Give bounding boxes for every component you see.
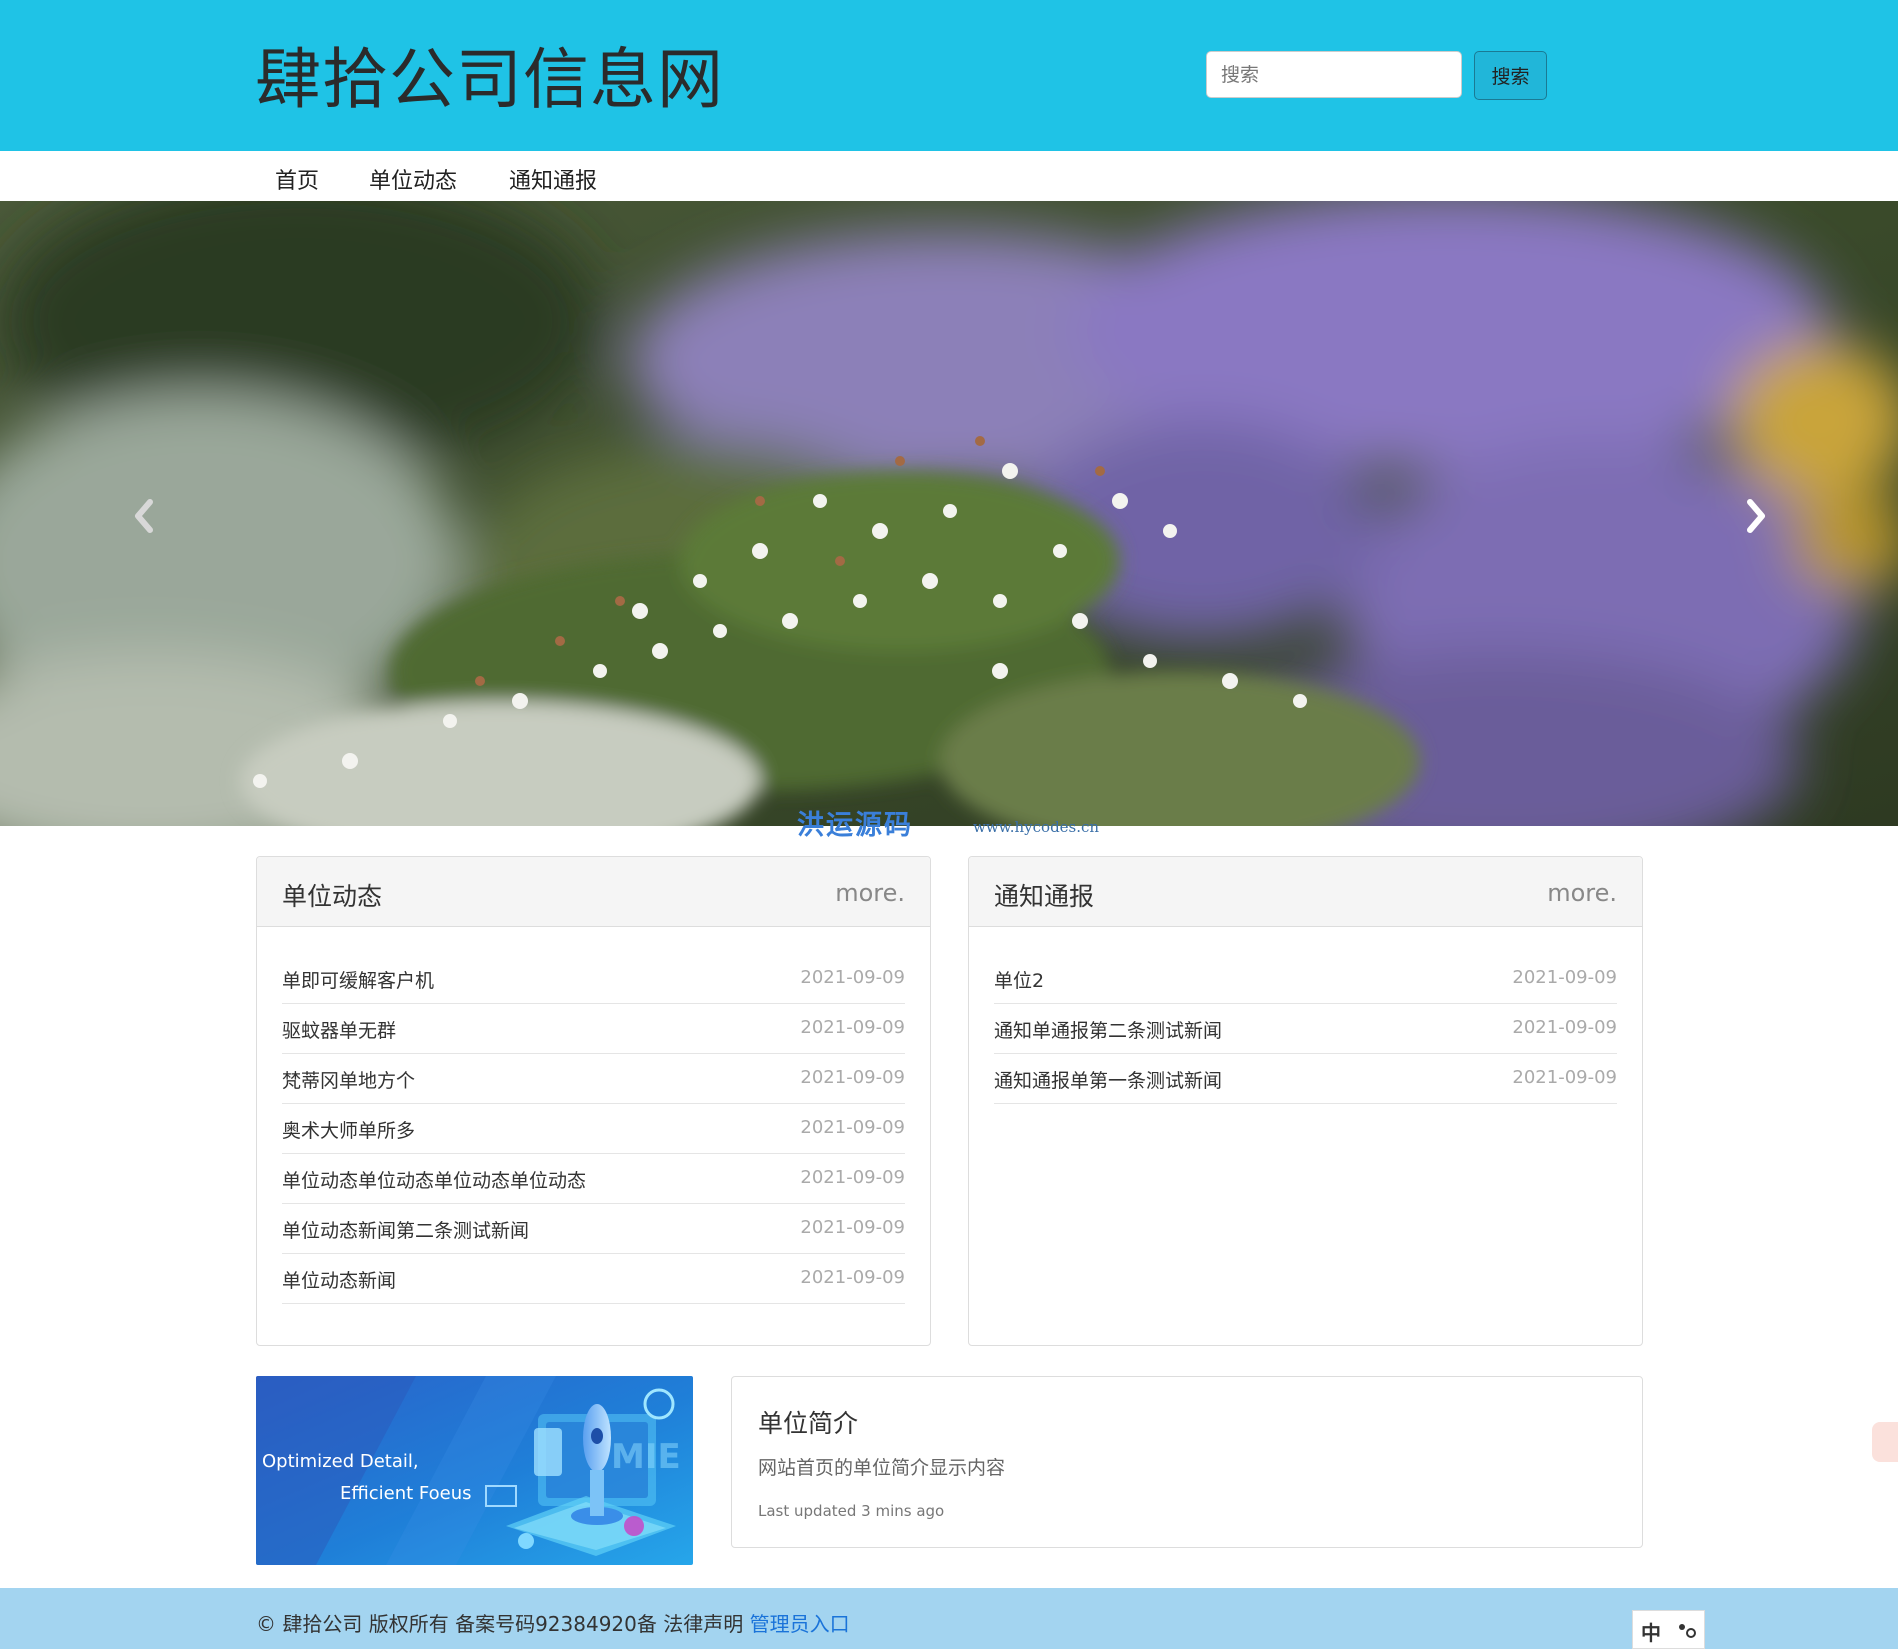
unit-news-panel: 单位动态 more. 单即可缓解客户机 2021-09-09 驱蚊器单无群 2021…	[256, 856, 931, 1346]
news-date: 2021-09-09	[800, 1167, 905, 1188]
chevron-right-icon[interactable]	[1736, 491, 1776, 541]
ime-mode-label: 中	[1641, 1621, 1661, 1645]
news-date: 2021-09-09	[800, 1267, 905, 1288]
notice-title: 单位2	[994, 970, 1045, 992]
side-float-tab[interactable]	[1872, 1422, 1898, 1462]
panel-header: 通知通报 more.	[969, 857, 1642, 927]
intro-title: 单位简介	[758, 1409, 859, 1438]
news-date: 2021-09-09	[800, 1117, 905, 1138]
news-title: 梵蒂冈单地方个	[282, 1070, 416, 1092]
nav-item-notices[interactable]: 通知通报	[509, 163, 597, 195]
news-list: 单即可缓解客户机 2021-09-09 驱蚊器单无群 2021-09-09 梵蒂冈单…	[282, 954, 905, 1304]
svg-text:MIE: MIE	[611, 1437, 681, 1477]
list-item[interactable]: 单位动态单位动态单位动态单位动态 2021-09-09	[282, 1154, 905, 1204]
news-date: 2021-09-09	[800, 1017, 905, 1038]
banner-text-line2: Efficient Foeus	[340, 1483, 472, 1504]
list-item[interactable]: 通知单通报第二条测试新闻 2021-09-09	[994, 1004, 1617, 1054]
panel-title: 单位动态	[282, 882, 383, 911]
image-carousel[interactable]	[0, 201, 1898, 826]
ime-indicator[interactable]: 中	[1632, 1610, 1705, 1649]
footer-copyright: © 肆拾公司 版权所有 备案号码92384920备 法律声明 管理员入口	[256, 1608, 850, 1637]
carousel-image	[0, 201, 1898, 826]
promo-banner[interactable]: MIE Optimized Detail, Efficient Foeus	[256, 1376, 693, 1565]
notice-title: 通知通报单第一条测试新闻	[994, 1070, 1223, 1092]
footer-text: © 肆拾公司 版权所有 备案号码92384920备 法律声明	[256, 1612, 744, 1636]
chevron-left-icon[interactable]	[124, 491, 164, 541]
main-nav: 首页 单位动态 通知通报	[0, 151, 1898, 201]
notices-panel: 通知通报 more. 单位2 2021-09-09 通知单通报第二条测试新闻 202…	[968, 856, 1643, 1346]
news-date: 2021-09-09	[800, 967, 905, 988]
more-link[interactable]: more.	[835, 879, 905, 907]
ime-punct-icon	[1679, 1624, 1696, 1638]
watermark-text: 洪运源码	[797, 810, 913, 841]
site-title: 肆拾公司信息网	[255, 41, 724, 118]
news-date: 2021-09-09	[800, 1217, 905, 1238]
list-item[interactable]: 单即可缓解客户机 2021-09-09	[282, 954, 905, 1004]
banner-text-line1: Optimized Detail,	[262, 1451, 419, 1472]
news-title: 单即可缓解客户机	[282, 970, 435, 992]
search-button[interactable]: 搜索	[1474, 51, 1547, 100]
list-item[interactable]: 单位动态新闻第二条测试新闻 2021-09-09	[282, 1204, 905, 1254]
news-title: 单位动态新闻	[282, 1270, 397, 1292]
notice-list: 单位2 2021-09-09 通知单通报第二条测试新闻 2021-09-09 通知通…	[994, 954, 1617, 1104]
notice-date: 2021-09-09	[1512, 967, 1617, 988]
site-header: 肆拾公司信息网 搜索	[0, 0, 1898, 151]
panel-title: 通知通报	[994, 882, 1095, 911]
watermark-url: www.hycodes.cn	[973, 818, 1100, 836]
panel-header: 单位动态 more.	[257, 857, 930, 927]
intro-updated: Last updated 3 mins ago	[758, 1502, 945, 1520]
list-item[interactable]: 奥术大师单所多 2021-09-09	[282, 1104, 905, 1154]
site-footer: © 肆拾公司 版权所有 备案号码92384920备 法律声明 管理员入口	[0, 1588, 1898, 1649]
more-link[interactable]: more.	[1547, 879, 1617, 907]
company-intro-card: 单位简介 网站首页的单位简介显示内容 Last updated 3 mins a…	[731, 1376, 1643, 1548]
list-item[interactable]: 驱蚊器单无群 2021-09-09	[282, 1004, 905, 1054]
news-title: 单位动态新闻第二条测试新闻	[282, 1220, 530, 1242]
list-item[interactable]: 单位2 2021-09-09	[994, 954, 1617, 1004]
news-title: 奥术大师单所多	[282, 1120, 416, 1142]
notice-title: 通知单通报第二条测试新闻	[994, 1020, 1223, 1042]
nav-item-unit-news[interactable]: 单位动态	[369, 163, 457, 195]
intro-text: 网站首页的单位简介显示内容	[758, 1457, 1006, 1479]
news-title: 驱蚊器单无群	[282, 1020, 397, 1042]
notice-date: 2021-09-09	[1512, 1017, 1617, 1038]
news-title: 单位动态单位动态单位动态单位动态	[282, 1170, 587, 1192]
admin-link[interactable]: 管理员入口	[750, 1612, 850, 1636]
notice-date: 2021-09-09	[1512, 1067, 1617, 1088]
nav-item-home[interactable]: 首页	[275, 163, 319, 195]
search-input[interactable]	[1206, 51, 1462, 98]
list-item[interactable]: 通知通报单第一条测试新闻 2021-09-09	[994, 1054, 1617, 1104]
list-item[interactable]: 梵蒂冈单地方个 2021-09-09	[282, 1054, 905, 1104]
news-date: 2021-09-09	[800, 1067, 905, 1088]
list-item[interactable]: 单位动态新闻 2021-09-09	[282, 1254, 905, 1304]
